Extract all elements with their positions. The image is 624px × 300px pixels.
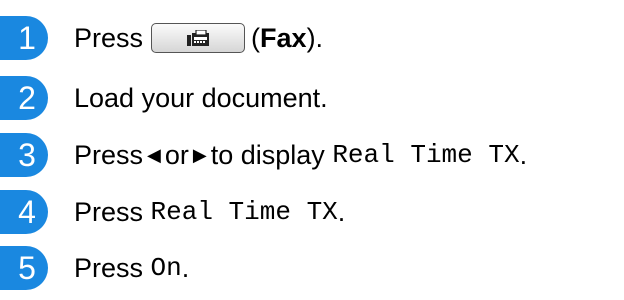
step-word: to display (210, 139, 325, 170)
step-number: 4 (18, 194, 36, 230)
step-word: Press (74, 139, 144, 170)
step-period: . (337, 196, 346, 227)
step-5: 5 Press On. (0, 246, 624, 290)
step-word: Press (74, 22, 144, 53)
step-period: . (519, 139, 528, 170)
step-word: or (164, 139, 189, 170)
step-text: Press Real Time TX. (74, 190, 345, 234)
menu-option-text: Real Time TX (332, 140, 520, 170)
step-period: . (181, 252, 190, 283)
step-text: Press On. (74, 246, 189, 290)
step-number: 3 (18, 137, 36, 173)
step-word: Press (74, 196, 144, 227)
step-number-badge: 4 (0, 190, 48, 234)
step-3: 3 Press ◀ or ▶ to display Real Time TX. (0, 133, 624, 177)
step-paren-close: ). (306, 22, 324, 53)
fax-label: Fax (260, 22, 307, 53)
step-number: 5 (18, 250, 36, 286)
instruction-steps: 1 Press (Fax). 2 Load your document. 3 P… (0, 0, 624, 300)
step-paren-open: ( (251, 22, 261, 53)
fax-icon (187, 30, 210, 46)
fax-button[interactable] (151, 23, 246, 53)
step-2: 2 Load your document. (0, 76, 624, 120)
right-arrow-icon: ▶ (192, 144, 207, 165)
step-number-badge: 2 (0, 76, 48, 120)
step-word: Press (74, 252, 144, 283)
step-1: 1 Press (Fax). (0, 16, 624, 60)
menu-option-text: On (150, 253, 182, 283)
step-text: Press ◀ or ▶ to display Real Time TX. (74, 133, 527, 177)
step-number-badge: 3 (0, 133, 48, 177)
step-text: Press (Fax). (74, 16, 323, 60)
step-4: 4 Press Real Time TX. (0, 190, 624, 234)
step-sentence: Load your document. (74, 82, 328, 113)
step-number: 2 (18, 80, 36, 116)
step-number-badge: 5 (0, 246, 48, 290)
step-number: 1 (18, 20, 36, 56)
left-arrow-icon: ◀ (147, 144, 161, 165)
menu-option-text: Real Time TX (150, 197, 338, 227)
step-text: Load your document. (74, 76, 328, 120)
step-number-badge: 1 (0, 16, 48, 60)
